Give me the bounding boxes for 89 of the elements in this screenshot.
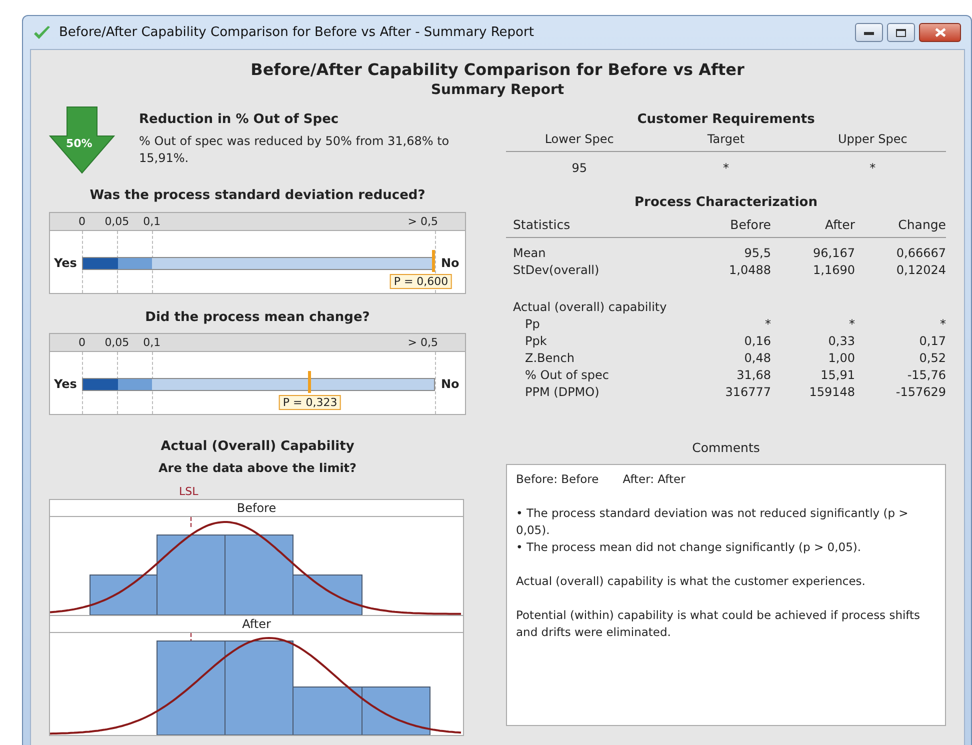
table-cell-text: 0,52 [918, 350, 946, 367]
characterization-title: Process Characterization [634, 194, 818, 212]
table-cell-text: 0,66667 [895, 245, 946, 262]
column-header: Lower Spec [544, 130, 615, 148]
no-label: No [441, 254, 460, 272]
table-cell-text: 95 [570, 160, 588, 176]
table-cell-text: 1,00 [827, 350, 855, 367]
question-title: Was the process standard deviation reduced? [88, 187, 426, 205]
tick-label: 0,1 [143, 214, 161, 230]
tick-label: > 0,5 [408, 214, 438, 230]
reduction-heading: Reduction in % Out of Spec [139, 111, 340, 129]
column-header: Upper Spec [836, 130, 908, 148]
table-cell-text: 0,12024 [895, 262, 946, 279]
significance-band [83, 258, 118, 268]
table-cell-text: 96,167 [812, 245, 855, 262]
check-icon [33, 24, 51, 40]
report-title: Before/After Capability Comparison for Before vs After [250, 60, 746, 80]
column-header: Change [897, 216, 946, 233]
comment-text: • The process standard deviation was not reduced significantly (p > 0,05). [516, 504, 910, 539]
table-cell-text: 95,5 [743, 245, 771, 262]
tick-label: 0,05 [104, 214, 130, 230]
tick-label: 0 [78, 214, 86, 230]
table-cell-text: 31,68 [736, 367, 771, 384]
report-subtitle: Summary Report [430, 81, 566, 100]
comment-text: Before: Before [516, 470, 599, 488]
comment-text: Actual (overall) capability is what the customer experiences. [516, 572, 866, 590]
table-cell-text: -157629 [894, 384, 946, 401]
close-icon [934, 28, 946, 37]
significance-band [118, 258, 152, 268]
table-cell-text: 0,17 [918, 333, 946, 350]
row-label: Ppk [524, 333, 548, 350]
significance-band [118, 379, 152, 390]
limit-line [190, 516, 192, 529]
comment-text: • The process mean did not change significantly (p > 0,05). [516, 538, 862, 556]
capability-subtitle: Are the data above the limit? [157, 460, 358, 476]
panel-label: Before [50, 500, 463, 516]
table-cell-text: * [939, 316, 946, 333]
row-label: Mean [513, 245, 547, 262]
arrow-percent-label: 50% [66, 136, 92, 152]
table-cell-text: * [722, 160, 730, 176]
panel-label: After [50, 614, 463, 632]
maximize-button[interactable] [887, 23, 915, 42]
yes-label: Yes [54, 254, 77, 272]
tick-label: 0,1 [143, 335, 161, 351]
tick-label: 0,05 [104, 335, 130, 351]
table-cell-text: 316777 [724, 384, 771, 401]
histogram-bar [362, 686, 430, 734]
row-label: Pp [524, 316, 541, 333]
no-label: No [441, 376, 460, 393]
row-label: Z.Bench [524, 350, 576, 367]
window-title: Before/After Capability Comparison for Before vs After - Summary Report [59, 24, 534, 42]
column-header: Target [706, 130, 746, 148]
table-cell-text: 0,33 [827, 333, 855, 350]
tick-label: 0 [78, 335, 86, 351]
maximize-icon [896, 28, 906, 36]
column-header: Statistics [513, 216, 572, 233]
yes-label: Yes [54, 376, 77, 393]
requirements-title: Customer Requirements [636, 111, 816, 129]
table-cell-text: 1,1690 [812, 262, 855, 279]
table-cell-text: 159148 [808, 384, 855, 401]
minimize-icon [864, 30, 874, 34]
tick-label: > 0,5 [408, 335, 438, 351]
column-header: Before [729, 216, 771, 233]
table-cell-text: 0,16 [743, 333, 771, 350]
table-cell-text: 1,0488 [728, 262, 771, 279]
column-header: After [824, 216, 855, 233]
section-label: Actual (overall) capability [513, 299, 668, 316]
table-cell-text: 0,48 [743, 350, 771, 367]
table-cell-text: -15,76 [906, 367, 946, 384]
down-arrow-icon [49, 106, 115, 174]
p-value-label: P = 0,323 [278, 395, 342, 410]
row-label: StDev(overall) [513, 262, 600, 279]
comment-text: After: After [622, 470, 686, 488]
table-cell-text: 15,91 [820, 367, 855, 384]
significance-band [83, 379, 118, 390]
comment-text: Potential (within) capability is what could be achieved if process shifts and drifts were eliminated. [516, 606, 922, 641]
table-cell-text: * [868, 160, 877, 176]
comments-title: Comments [691, 439, 761, 457]
limit-label: LSL [179, 484, 200, 498]
capability-title: Actual (Overall) Capability [160, 438, 356, 456]
question-title: Did the process mean change? [144, 308, 371, 326]
reduction-text: % Out of spec was reduced by 50% from 31,68% to 15,91%. [139, 132, 450, 166]
table-cell-text: * [764, 316, 771, 333]
table-cell-text: * [848, 316, 855, 333]
row-label: PPM (DPMO) [524, 384, 600, 401]
minimize-button[interactable] [855, 23, 883, 42]
close-button[interactable] [919, 23, 961, 42]
row-label: % Out of spec [524, 367, 610, 384]
p-value-label: P = 0,600 [390, 274, 452, 288]
